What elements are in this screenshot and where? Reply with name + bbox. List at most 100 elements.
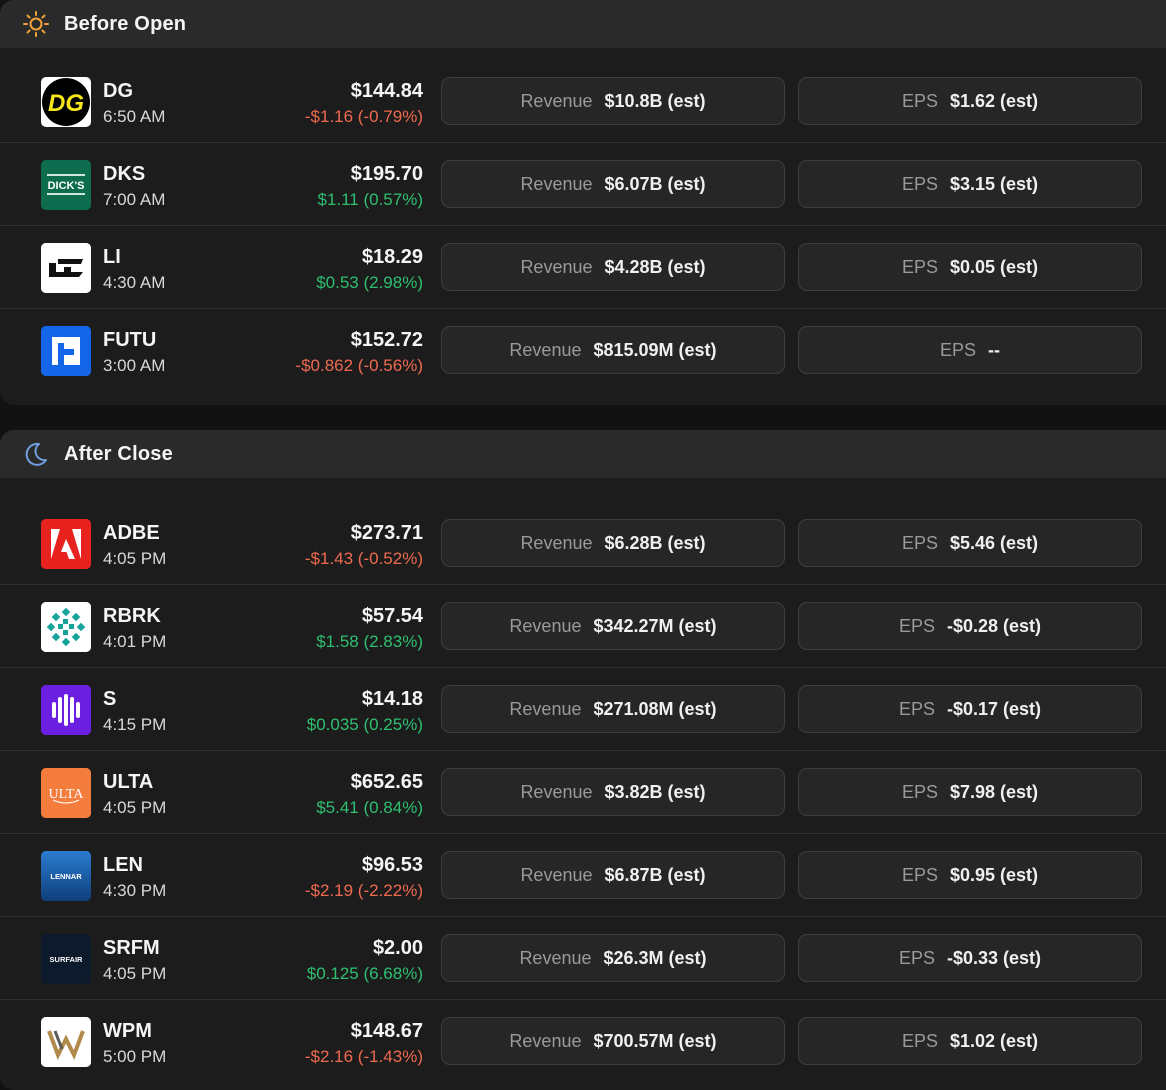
revenue-label: Revenue — [519, 947, 592, 968]
eps-label: EPS — [898, 698, 935, 719]
revenue-estimate-pill[interactable]: Revenue $10.8B (est) — [441, 77, 785, 125]
dicks-sporting-goods-logo: DICK'S — [41, 160, 91, 210]
revenue-label: Revenue — [520, 781, 593, 802]
revenue-label: Revenue — [520, 90, 593, 111]
price-change: -$1.16 (-0.79%) — [304, 107, 423, 126]
logo-text: ULTA — [49, 787, 85, 802]
revenue-value: $6.87B (est) — [604, 864, 706, 885]
revenue-label: Revenue — [520, 864, 593, 885]
earnings-row-adbe[interactable]: ADBE 4:05 PM $273.71 -$1.43 (-0.52%) Rev… — [0, 502, 1166, 585]
revenue-estimate-pill[interactable]: Revenue $342.27M (est) — [441, 602, 785, 650]
revenue-label: Revenue — [509, 615, 582, 636]
eps-estimate-pill[interactable]: EPS $0.95 (est) — [798, 851, 1142, 899]
eps-estimate-pill[interactable]: EPS -- — [798, 326, 1142, 374]
eps-value: -$0.28 (est) — [946, 615, 1042, 636]
ticker: SRFM — [103, 937, 160, 959]
eps-estimate-pill[interactable]: EPS $7.98 (est) — [798, 768, 1142, 816]
earnings-row-ulta[interactable]: ULTA ULTA 4:05 PM $652.65 $5.41 (0.84%) … — [0, 751, 1166, 834]
price: $652.65 — [350, 771, 423, 793]
ticker: ADBE — [103, 522, 160, 544]
after-close-header[interactable]: After Close — [0, 430, 1166, 478]
revenue-label: Revenue — [509, 698, 582, 719]
eps-estimate-pill[interactable]: EPS $1.62 (est) — [798, 77, 1142, 125]
eps-label: EPS — [901, 781, 938, 802]
price: $195.70 — [350, 163, 423, 185]
eps-estimate-pill[interactable]: EPS -$0.17 (est) — [798, 685, 1142, 733]
ulta-logo: ULTA — [41, 768, 91, 818]
revenue-label: Revenue — [520, 173, 593, 194]
earnings-row-rbrk[interactable]: RBRK 4:01 PM $57.54 $1.58 (2.83%) Revenu… — [0, 585, 1166, 668]
ticker: FUTU — [103, 329, 157, 351]
eps-label: EPS — [901, 90, 938, 111]
section-title: Before Open — [64, 12, 187, 35]
ticker: ULTA — [103, 771, 154, 793]
ticker: DKS — [103, 163, 146, 185]
before-open-header[interactable]: Before Open — [0, 0, 1166, 48]
eps-value: $0.05 (est) — [949, 256, 1039, 277]
earnings-row-dks[interactable]: DICK'S DKS 7:00 AM $195.70 $1.11 (0.57%)… — [0, 143, 1166, 226]
report-time: 4:30 AM — [103, 273, 166, 292]
price-change: $0.53 (2.98%) — [316, 273, 423, 292]
earnings-row-li[interactable]: LI 4:30 AM $18.29 $0.53 (2.98%) Revenue … — [0, 226, 1166, 309]
eps-value: -- — [988, 339, 1001, 360]
report-time: 4:05 PM — [103, 964, 167, 983]
revenue-label: Revenue — [509, 1030, 582, 1051]
price-change: -$1.43 (-0.52%) — [304, 549, 423, 568]
eps-estimate-pill[interactable]: EPS $5.46 (est) — [798, 519, 1142, 567]
price-change: -$0.862 (-0.56%) — [295, 356, 423, 375]
price: $152.72 — [350, 329, 423, 351]
eps-estimate-pill[interactable]: EPS $0.05 (est) — [798, 243, 1142, 291]
price-change: $1.11 (0.57%) — [317, 190, 423, 209]
revenue-estimate-pill[interactable]: Revenue $6.87B (est) — [441, 851, 785, 899]
revenue-estimate-pill[interactable]: Revenue $4.28B (est) — [441, 243, 785, 291]
li-auto-logo — [41, 243, 91, 293]
revenue-value: $6.28B (est) — [604, 532, 706, 553]
section-title: After Close — [64, 442, 173, 465]
futu-logo — [41, 326, 91, 376]
earnings-row-srfm[interactable]: SURFAIR SRFM 4:05 PM $2.00 $0.125 (6.68%… — [0, 917, 1166, 1000]
eps-label: EPS — [898, 947, 935, 968]
revenue-estimate-pill[interactable]: Revenue $6.28B (est) — [441, 519, 785, 567]
adobe-logo — [41, 519, 91, 569]
price-change: $0.125 (6.68%) — [306, 964, 423, 983]
report-time: 4:15 PM — [103, 715, 167, 734]
sun-icon — [22, 10, 50, 38]
revenue-estimate-pill[interactable]: Revenue $271.08M (est) — [441, 685, 785, 733]
revenue-estimate-pill[interactable]: Revenue $26.3M (est) — [441, 934, 785, 982]
ticker: RBRK — [103, 605, 161, 627]
earnings-row-futu[interactable]: FUTU 3:00 AM $152.72 -$0.862 (-0.56%) Re… — [0, 309, 1166, 392]
revenue-estimate-pill[interactable]: Revenue $700.57M (est) — [441, 1017, 785, 1065]
price: $18.29 — [361, 246, 423, 268]
earnings-row-len[interactable]: LENNAR LEN 4:30 PM $96.53 -$2.19 (-2.22%… — [0, 834, 1166, 917]
eps-label: EPS — [898, 615, 935, 636]
report-time: 4:01 PM — [103, 632, 167, 651]
revenue-estimate-pill[interactable]: Revenue $6.07B (est) — [441, 160, 785, 208]
eps-estimate-pill[interactable]: EPS -$0.33 (est) — [798, 934, 1142, 982]
report-time: 4:05 PM — [103, 798, 167, 817]
revenue-value: $815.09M (est) — [593, 339, 717, 360]
earnings-row-wpm[interactable]: WPM 5:00 PM $148.67 -$2.16 (-1.43%) Reve… — [0, 1000, 1166, 1083]
logo-text: LENNAR — [50, 872, 82, 881]
rubrik-logo — [41, 602, 91, 652]
eps-value: $7.98 (est) — [949, 781, 1039, 802]
eps-value: $3.15 (est) — [949, 173, 1039, 194]
report-time: 5:00 PM — [103, 1047, 167, 1066]
revenue-value: $700.57M (est) — [593, 1030, 717, 1051]
price: $57.54 — [361, 605, 423, 627]
eps-value: $1.62 (est) — [949, 90, 1039, 111]
eps-estimate-pill[interactable]: EPS -$0.28 (est) — [798, 602, 1142, 650]
eps-label: EPS — [901, 1030, 938, 1051]
surf-air-logo: SURFAIR — [41, 934, 91, 984]
earnings-row-s[interactable]: S 4:15 PM $14.18 $0.035 (0.25%) Revenue … — [0, 668, 1166, 751]
eps-estimate-pill[interactable]: EPS $1.02 (est) — [798, 1017, 1142, 1065]
earnings-row-dg[interactable]: DG DG 6:50 AM $144.84 -$1.16 (-0.79%) Re… — [0, 60, 1166, 143]
ticker: WPM — [103, 1020, 152, 1042]
revenue-estimate-pill[interactable]: Revenue $3.82B (est) — [441, 768, 785, 816]
eps-value: $0.95 (est) — [949, 864, 1039, 885]
price: $2.00 — [372, 937, 423, 959]
eps-label: EPS — [901, 864, 938, 885]
revenue-estimate-pill[interactable]: Revenue $815.09M (est) — [441, 326, 785, 374]
eps-estimate-pill[interactable]: EPS $3.15 (est) — [798, 160, 1142, 208]
eps-value: $5.46 (est) — [949, 532, 1039, 553]
ticker: DG — [103, 80, 133, 102]
